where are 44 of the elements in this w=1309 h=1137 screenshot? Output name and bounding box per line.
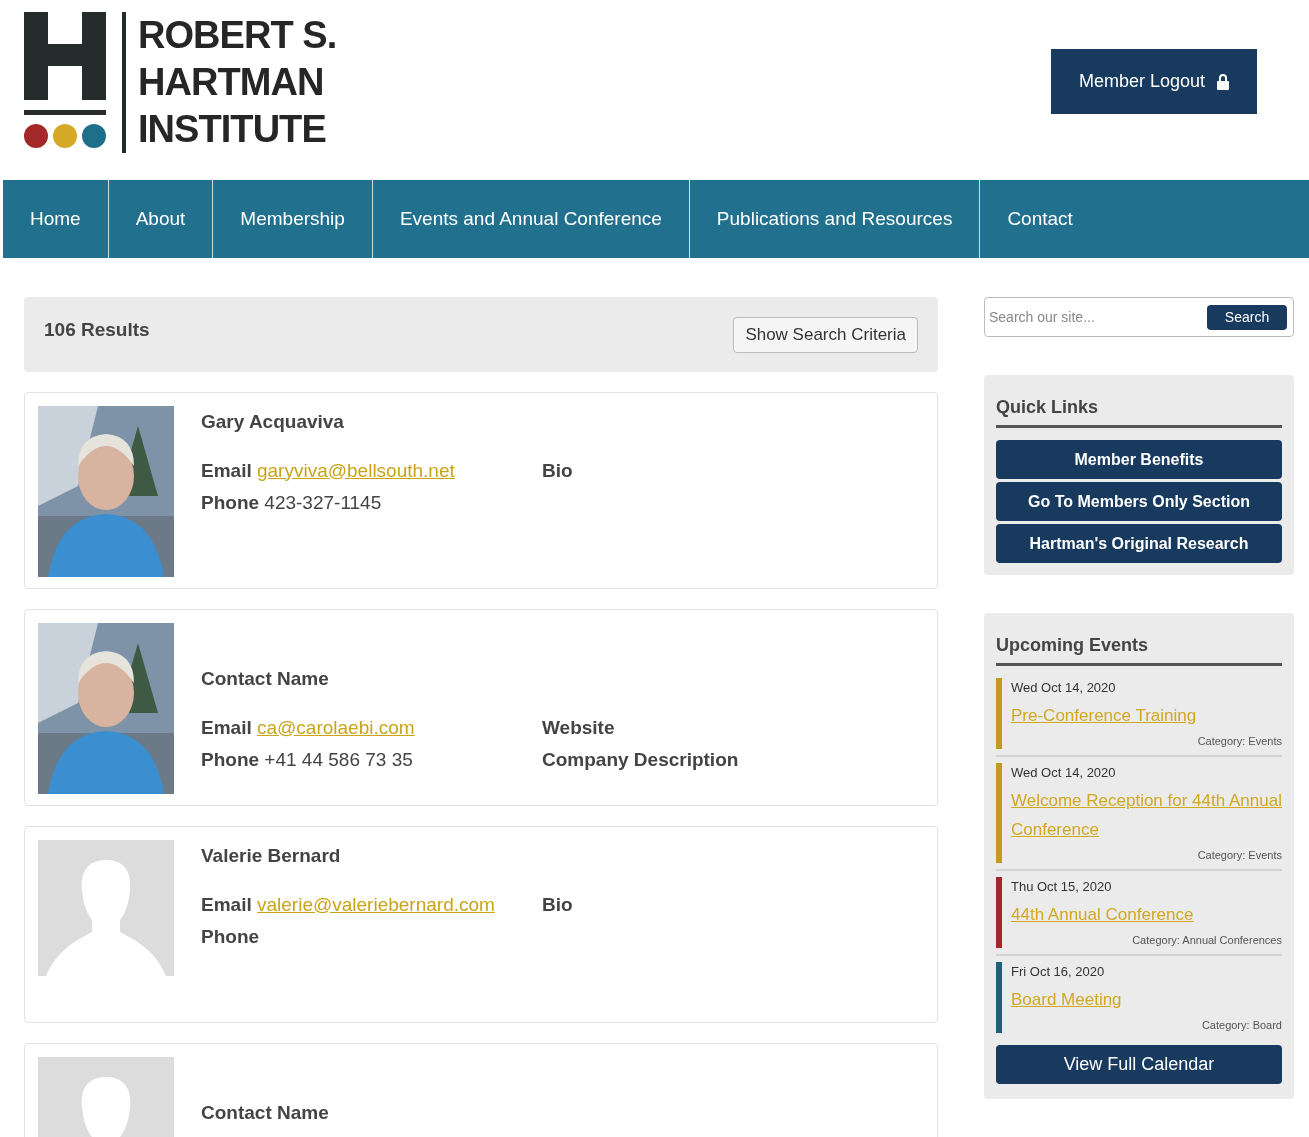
avatar-placeholder-icon	[38, 840, 174, 976]
email-line: Email ca@carolaebi.com	[201, 715, 416, 740]
phone-line: Phone	[201, 925, 261, 949]
event-category: Category: Board	[1200, 1017, 1282, 1033]
show-criteria-button[interactable]: Show Search Criteria	[733, 316, 918, 353]
profile-field-label: Company Description	[542, 748, 739, 772]
quick-link-button[interactable]: Hartman's Original Research	[996, 524, 1282, 563]
nav-link[interactable]: Publications and Resources	[689, 180, 981, 258]
logo-text: ROBERT S.	[138, 13, 337, 58]
logout-button[interactable]: Member Logout	[1050, 49, 1257, 114]
search-field[interactable]: Search our site... Search	[984, 297, 1294, 337]
profile-field-label: Bio	[542, 458, 573, 483]
phone-line: Phone +41 44 586 73 35	[201, 748, 414, 772]
member-name: Gary Acquaviva	[201, 410, 345, 434]
search-button[interactable]: Search	[1207, 304, 1287, 330]
calendar-button[interactable]: View Full Calendar	[996, 1045, 1282, 1084]
profile-field-label: Bio	[542, 892, 573, 917]
nav-link[interactable]: Contact	[980, 180, 1100, 258]
event-date: Thu Oct 15, 2020	[1011, 878, 1113, 896]
event-date: Wed Oct 14, 2020	[1011, 764, 1117, 782]
phone-line: Phone 423-327-1145	[201, 491, 383, 515]
event-date: Wed Oct 14, 2020	[1011, 679, 1117, 697]
event-category: Category: Events	[1196, 733, 1282, 749]
event-category: Category: Events	[1196, 847, 1282, 863]
nav-link[interactable]: Events and Annual Conference	[372, 180, 690, 258]
logo-text: HARTMAN	[138, 60, 325, 105]
logo-text: INSTITUTE	[138, 107, 327, 152]
quick-link-button[interactable]: Member Benefits	[996, 440, 1282, 479]
panel-title: Quick Links	[996, 394, 1282, 428]
profile-field-label: Website	[542, 715, 616, 740]
nav-link[interactable]: About	[108, 180, 214, 258]
results-count: 106 Results	[44, 318, 150, 343]
email-line: Email valerie@valeriebernard.com	[201, 892, 496, 917]
quick-link-button[interactable]: Go To Members Only Section	[996, 482, 1282, 521]
member-name: Contact Name	[201, 1101, 329, 1125]
nav-link[interactable]: Membership	[213, 180, 373, 258]
email-line: Email garyviva@bellsouth.net	[201, 458, 456, 483]
event-date: Fri Oct 16, 2020	[1011, 963, 1106, 981]
event-category: Category: Annual Conferences	[1131, 932, 1282, 948]
member-name: Valerie Bernard	[201, 844, 342, 868]
nav-link[interactable]: Home	[3, 180, 109, 258]
panel-title: Upcoming Events	[996, 632, 1282, 666]
lock-icon	[1217, 73, 1229, 90]
member-name: Contact Name	[201, 667, 330, 691]
